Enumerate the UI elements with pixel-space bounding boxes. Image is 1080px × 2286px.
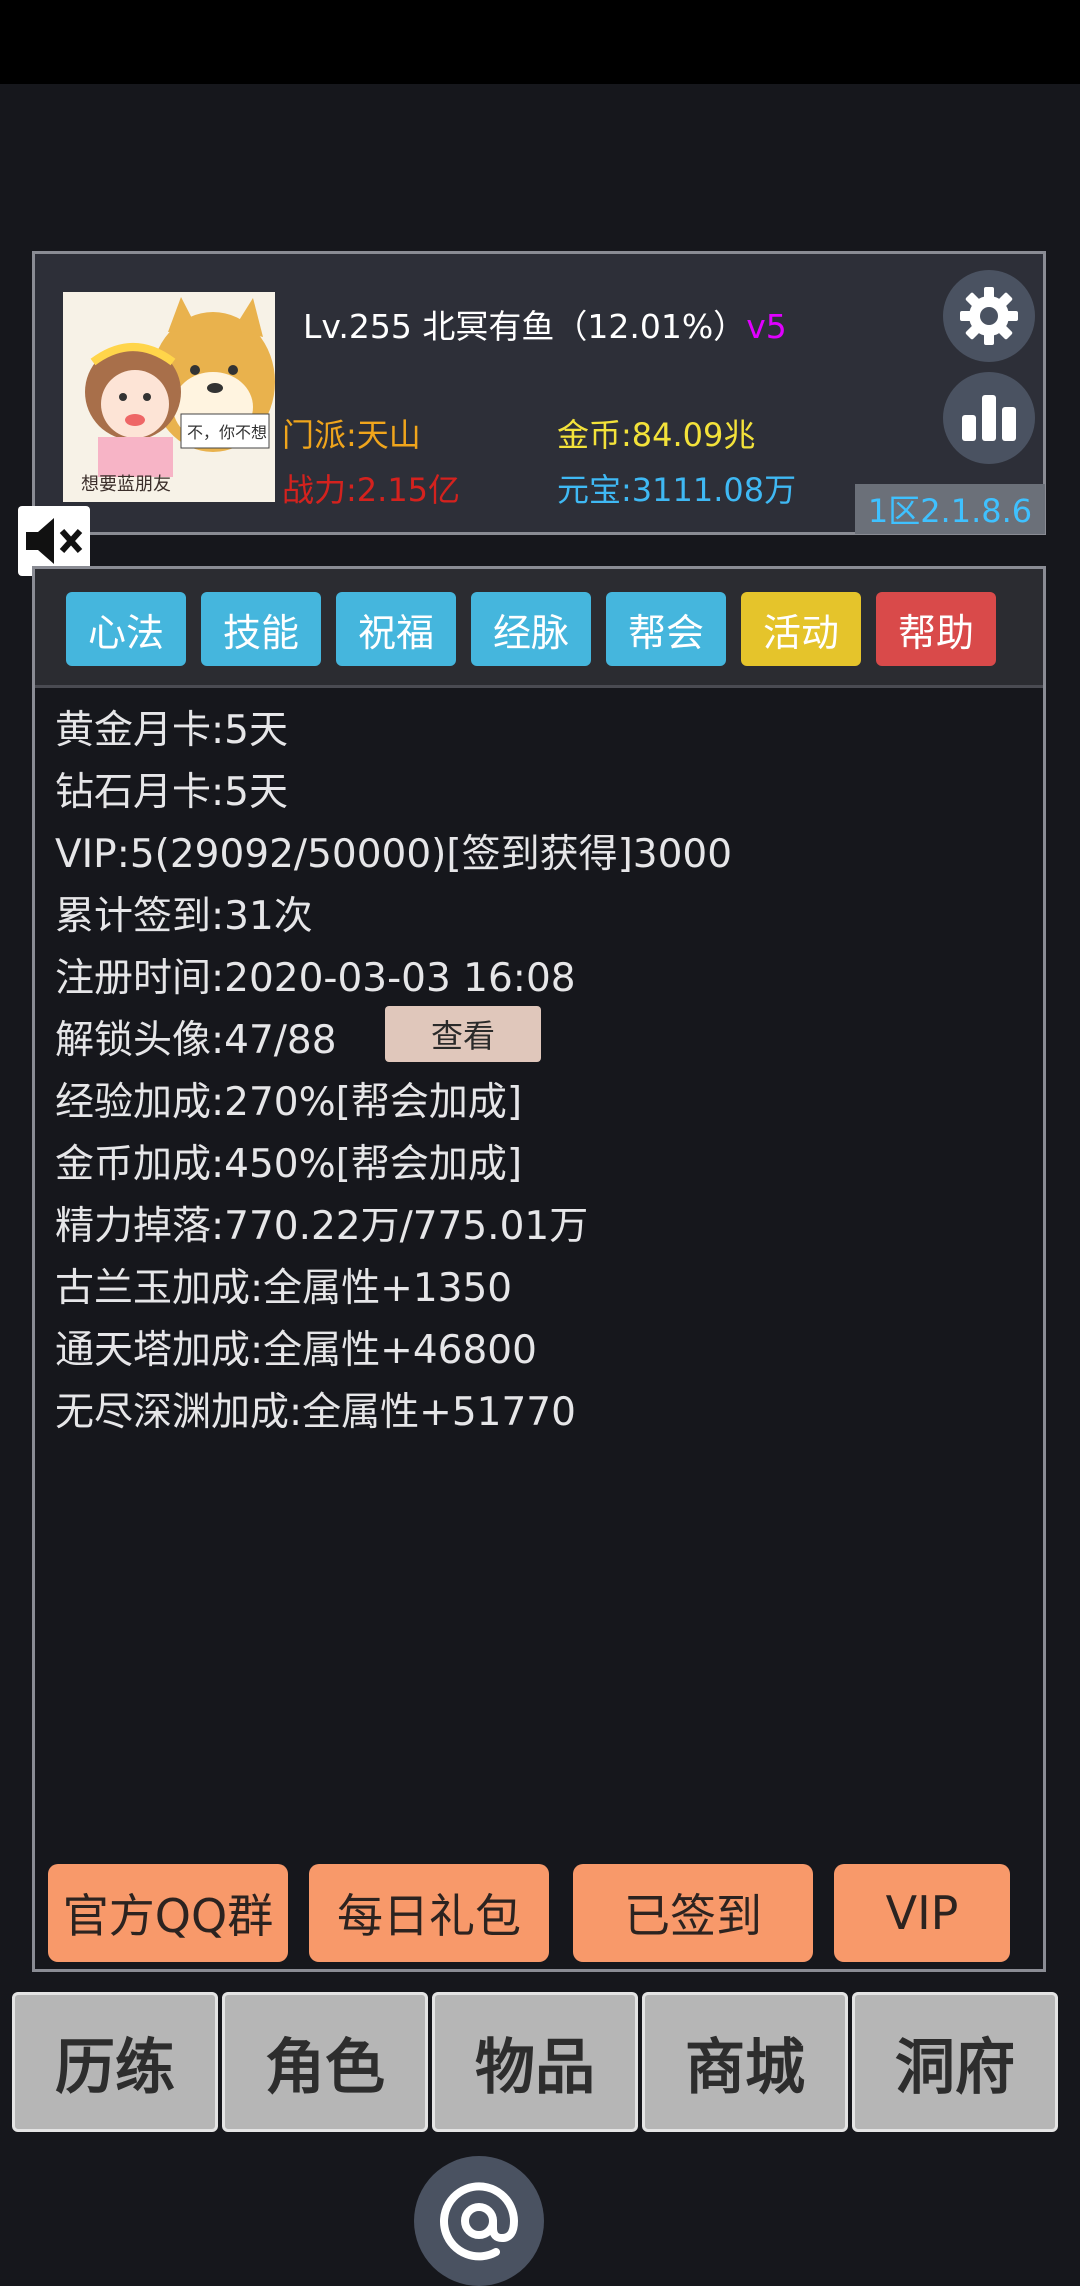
sign-in-count: 累计签到:31次 [55, 894, 313, 939]
player-level: Lv.255 [303, 307, 412, 346]
power-label: 战力:2.15亿 [282, 471, 461, 509]
tab-help[interactable]: 帮助 [876, 592, 996, 666]
server-badge: 1区2.1.8.6 [855, 484, 1045, 534]
main-panel: 心法 技能 祝福 经脉 帮会 活动 帮助 黄金月卡:5天 钻石月卡:5天 VIP… [32, 566, 1046, 1972]
nav-character[interactable]: 角色 [222, 1992, 428, 2132]
nav-cave[interactable]: 洞府 [852, 1992, 1058, 2132]
speaker-mute-icon [26, 518, 83, 564]
bar-chart-icon [962, 395, 1016, 441]
tab-skills[interactable]: 技能 [201, 592, 321, 666]
stats-button[interactable] [943, 372, 1035, 464]
gold-label: 金币:84.09兆 [557, 416, 756, 454]
qq-group-button[interactable]: 官方QQ群 [48, 1864, 288, 1962]
avatar-bubble-text: 不，你不想 [187, 423, 267, 442]
tab-xinfa[interactable]: 心法 [66, 592, 186, 666]
player-name: 北冥有鱼 [422, 307, 555, 346]
bottom-nav: 历练 角色 物品 商城 洞府 [12, 1992, 1064, 2136]
nav-items[interactable]: 物品 [432, 1992, 638, 2132]
yuanbao-label: 元宝:3111.08万 [557, 471, 797, 509]
tab-blessing[interactable]: 祝福 [336, 592, 456, 666]
tab-bar: 心法 技能 祝福 经脉 帮会 活动 帮助 [35, 569, 1043, 688]
nav-training[interactable]: 历练 [12, 1992, 218, 2132]
daily-gift-button[interactable]: 每日礼包 [309, 1864, 549, 1962]
gold-month-card: 黄金月卡:5天 [55, 708, 288, 753]
vip-button[interactable]: VIP [834, 1864, 1010, 1962]
tab-meridian[interactable]: 经脉 [471, 592, 591, 666]
tab-events[interactable]: 活动 [741, 592, 861, 666]
diamond-month-card: 钻石月卡:5天 [55, 770, 288, 815]
gold-bonus: 金币加成:450%[帮会加成] [55, 1142, 523, 1187]
unlocked-avatars: 解锁头像:47/88 [55, 1018, 337, 1063]
nav-shop[interactable]: 商城 [642, 1992, 848, 2132]
status-bar [0, 0, 1080, 84]
exp-bonus: 经验加成:270%[帮会加成] [55, 1080, 523, 1125]
gulanyu-bonus: 古兰玉加成:全属性+1350 [55, 1266, 513, 1311]
tab-guild[interactable]: 帮会 [606, 592, 726, 666]
player-title: Lv.255 北冥有鱼（12.01%）v5 [303, 300, 787, 348]
at-icon [440, 2182, 519, 2261]
tower-bonus: 通天塔加成:全属性+46800 [55, 1328, 537, 1373]
abyss-bonus: 无尽深渊加成:全属性+51770 [55, 1390, 576, 1435]
avatar[interactable]: 不，你不想 想要蓝朋友 [63, 292, 275, 502]
profile-panel: 不，你不想 想要蓝朋友 Lv.255 北冥有鱼（12.01%）v5 门派:天山 … [32, 251, 1046, 535]
vip-tag: v5 [746, 307, 787, 346]
register-time: 注册时间:2020-03-03 16:08 [55, 956, 576, 1001]
sect-label: 门派:天山 [282, 416, 421, 454]
gear-icon [960, 287, 1018, 345]
settings-button[interactable] [943, 270, 1035, 362]
signed-in-button[interactable]: 已签到 [573, 1864, 813, 1962]
at-button[interactable] [414, 2156, 544, 2286]
view-avatars-button[interactable]: 查看 [385, 1006, 541, 1062]
energy-drop: 精力掉落:770.22万/775.01万 [55, 1204, 589, 1249]
vip-progress: VIP:5(29092/50000)[签到获得]3000 [55, 832, 733, 877]
avatar-caption: 想要蓝朋友 [81, 474, 171, 495]
player-exp: （12.01%） [554, 307, 747, 346]
